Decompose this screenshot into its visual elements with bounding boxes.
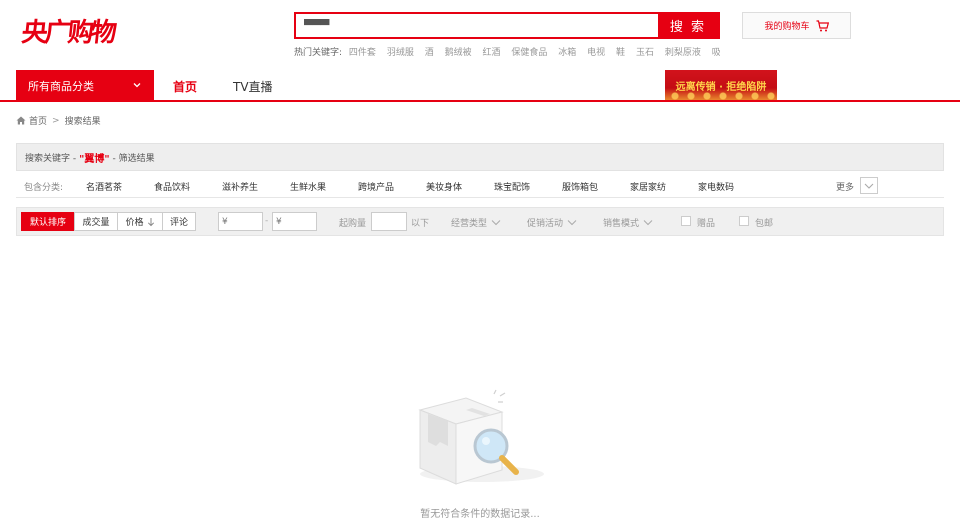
chevron-down-icon	[864, 183, 874, 189]
category-item[interactable]: 名酒茗茶	[86, 180, 122, 193]
all-categories-label: 所有商品分类	[28, 80, 94, 93]
search-button[interactable]: 搜 索	[658, 14, 718, 37]
sort-filter-bar: 默认排序 成交量 价格 评论 - 起购量 以下 经营类型 促销活动 销售模式 赠…	[16, 207, 944, 236]
chevron-down-icon	[133, 83, 141, 88]
more-categories-link[interactable]: 更多	[836, 180, 854, 193]
chevron-down-icon	[491, 220, 501, 226]
hot-keyword[interactable]: 吸尘器	[712, 48, 720, 58]
price-max-input[interactable]	[272, 212, 317, 231]
cart-icon	[816, 19, 829, 31]
business-type-label: 经营类型	[451, 219, 488, 229]
breadcrumb-separator: >	[52, 115, 60, 126]
category-item[interactable]: 滋补养生	[222, 180, 258, 193]
cart-button[interactable]: 我的购物车	[742, 12, 851, 39]
category-item[interactable]: 美妆身体	[426, 180, 462, 193]
free-shipping-checkbox[interactable]	[739, 216, 749, 226]
sales-mode-label: 销售模式	[603, 219, 640, 229]
min-quantity-label: 起购量	[339, 219, 367, 229]
category-item[interactable]: 家电数码	[698, 180, 734, 193]
gift-label: 赠品	[697, 219, 716, 229]
free-shipping-label: 包邮	[755, 219, 774, 229]
sort-price-label: 价格	[125, 218, 144, 228]
promo-decoration	[665, 90, 777, 100]
promotion-label: 促销活动	[527, 219, 564, 229]
breadcrumb: 首页 > 搜索结果	[16, 114, 101, 127]
category-filter-row: 包含分类: 名酒茗茶 食品饮料 滋补养生 生鲜水果 跨境产品 美妆身体 珠宝配饰…	[16, 172, 944, 198]
page: 央广购物 搜 索 热门关键字: 四件套 羽绒服 酒 鹅绒被 红酒 保健食品 冰箱…	[0, 0, 960, 524]
hot-keyword[interactable]: 羽绒服	[387, 48, 414, 58]
sales-mode-dropdown[interactable]: 销售模式	[603, 216, 653, 229]
chevron-down-icon	[643, 220, 653, 226]
hot-keyword[interactable]: 四件套	[349, 48, 376, 58]
main-nav: 所有商品分类 首页 TV直播 远离传销 · 拒绝陷阱	[0, 70, 960, 102]
category-item[interactable]: 跨境产品	[358, 180, 394, 193]
price-min-input[interactable]	[218, 212, 263, 231]
promotion-dropdown[interactable]: 促销活动	[527, 216, 577, 229]
hot-keyword[interactable]: 鞋	[616, 48, 625, 58]
site-logo[interactable]: 央广购物	[20, 12, 116, 49]
sort-price-button[interactable]: 价格	[117, 212, 163, 231]
hot-keyword[interactable]: 红酒	[482, 48, 500, 58]
empty-state-message: 暂无符合条件的数据记录...	[420, 509, 540, 520]
business-type-dropdown[interactable]: 经营类型	[451, 216, 501, 229]
hot-keyword[interactable]: 玉石	[636, 48, 654, 58]
keyword-suffix: - 筛选结果	[112, 153, 155, 164]
nav-tv-live[interactable]: TV直播	[233, 78, 273, 95]
hot-keyword[interactable]: 保健食品	[511, 48, 547, 58]
category-item[interactable]: 家居家纺	[630, 180, 666, 193]
category-item[interactable]: 珠宝配饰	[494, 180, 530, 193]
category-filter-label: 包含分类:	[24, 183, 64, 193]
all-categories-button[interactable]: 所有商品分类	[16, 70, 154, 102]
search-input[interactable]	[296, 14, 658, 37]
more-categories-toggle[interactable]	[860, 177, 878, 194]
chevron-down-icon	[567, 220, 577, 226]
price-separator: -	[265, 216, 269, 226]
promo-banner[interactable]: 远离传销 · 拒绝陷阱	[665, 70, 777, 100]
hot-keywords: 热门关键字: 四件套 羽绒服 酒 鹅绒被 红酒 保健食品 冰箱 电视 鞋 玉石 …	[294, 45, 720, 58]
search-keyword-bar: 搜索关键字 - "翼博" - 筛选结果	[16, 143, 944, 171]
min-quantity-input[interactable]	[371, 212, 407, 231]
sort-volume-button[interactable]: 成交量	[74, 212, 118, 231]
hot-keyword[interactable]: 刺梨原液	[665, 48, 701, 58]
nav-home[interactable]: 首页	[173, 78, 197, 95]
keyword-prefix: 搜索关键字 -	[25, 153, 77, 164]
empty-box-magnifier-icon	[418, 389, 544, 485]
search-box: 搜 索	[294, 12, 720, 39]
hot-keyword[interactable]: 酒	[425, 48, 434, 58]
breadcrumb-current: 搜索结果	[64, 117, 101, 127]
category-item[interactable]: 服饰箱包	[562, 180, 598, 193]
category-item[interactable]: 食品饮料	[154, 180, 190, 193]
hot-keyword[interactable]: 鹅绒被	[445, 48, 472, 58]
sort-comments-button[interactable]: 评论	[162, 212, 196, 231]
hot-keyword[interactable]: 冰箱	[558, 48, 576, 58]
arrow-down-icon	[147, 217, 154, 226]
sort-default-button[interactable]: 默认排序	[21, 212, 75, 231]
hot-keywords-label: 热门关键字:	[294, 48, 343, 58]
search-keyword: "翼博"	[79, 153, 110, 165]
category-item[interactable]: 生鲜水果	[290, 180, 326, 193]
breadcrumb-home[interactable]: 首页	[29, 114, 47, 127]
cart-label: 我的购物车	[764, 22, 810, 32]
gift-checkbox[interactable]	[681, 216, 691, 226]
home-icon	[16, 116, 26, 125]
min-quantity-suffix: 以下	[411, 219, 430, 229]
hot-keyword[interactable]: 电视	[587, 48, 605, 58]
